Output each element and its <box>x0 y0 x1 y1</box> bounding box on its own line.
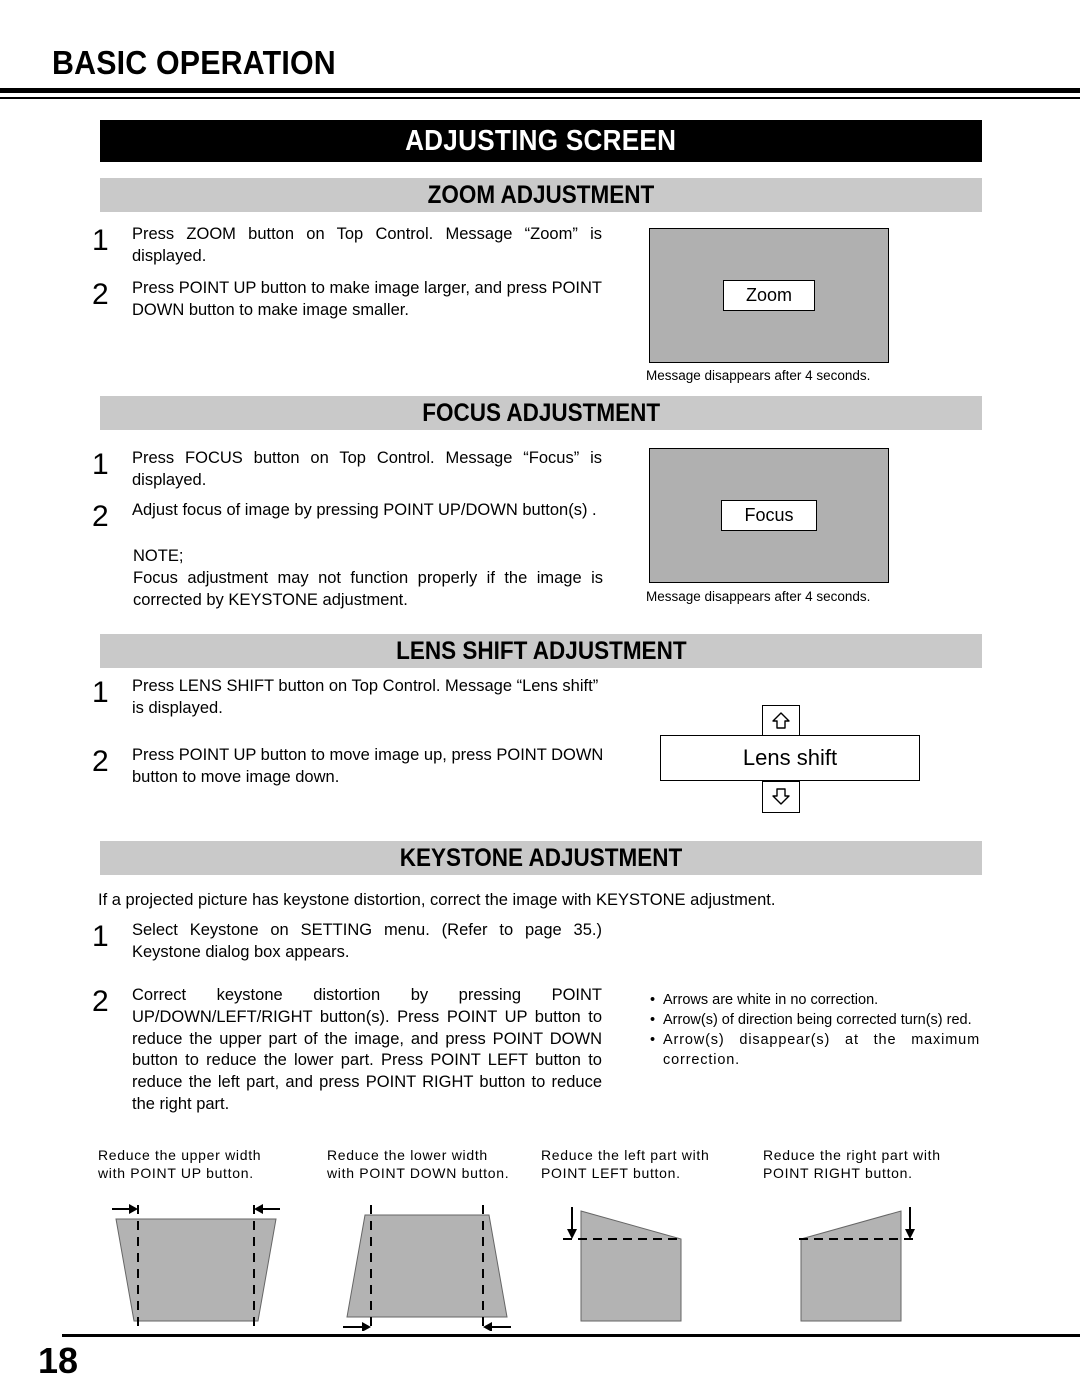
section-header-lens-shift: LENS SHIFT ADJUSTMENT <box>100 634 982 668</box>
list-item: Arrow(s) disappear(s) at the maximum cor… <box>650 1030 980 1070</box>
header-rule-thick <box>0 88 1080 93</box>
zoom-step-1-text: Press ZOOM button on Top Control. Messag… <box>132 225 602 265</box>
zoom-osd-illustration: Zoom <box>649 228 889 363</box>
list-item: Arrow(s) of direction being corrected tu… <box>650 1010 980 1030</box>
lens-shift-step-1-text: Press LENS SHIFT button on Top Control. … <box>132 677 599 717</box>
keystone-figure-left-part: Reduce the left part with POINT LEFT but… <box>541 1146 761 1336</box>
focus-note-text: Focus adjustment may not function proper… <box>133 569 603 609</box>
lens-shift-step-2: 2 Press POINT UP button to move image up… <box>92 745 612 789</box>
zoom-osd-label: Zoom <box>722 280 815 311</box>
section-header-zoom-label: ZOOM ADJUSTMENT <box>427 180 655 209</box>
keystone-step-1: 1 Select Keystone on SETTING menu. (Refe… <box>92 920 612 964</box>
lens-shift-step-1: 1 Press LENS SHIFT button on Top Control… <box>92 676 612 720</box>
zoom-osd-caption: Message disappears after 4 seconds. <box>646 368 871 383</box>
page-title: BASIC OPERATION <box>52 44 336 81</box>
keystone-figure-right-part-caption: Reduce the right part with POINT RIGHT b… <box>763 1147 941 1182</box>
focus-osd-illustration: Focus <box>649 448 889 583</box>
section-header-zoom: ZOOM ADJUSTMENT <box>100 178 982 212</box>
page-number: 18 <box>38 1340 79 1381</box>
focus-step-2: 2 Adjust focus of image by pressing POIN… <box>92 500 612 532</box>
lens-shift-step-2-text: Press POINT UP button to move image up, … <box>132 746 604 786</box>
list-item: Arrows are white in no correction. <box>650 990 980 1010</box>
focus-osd-label: Focus <box>721 500 817 531</box>
focus-step-1-text: Press FOCUS button on Top Control. Messa… <box>132 449 602 489</box>
focus-osd-caption: Message disappears after 4 seconds. <box>646 589 871 604</box>
keystone-shape-slant-down-left <box>563 1206 683 1322</box>
keystone-arrow-notes: Arrows are white in no correction. Arrow… <box>650 990 980 1070</box>
keystone-step-2: 2 Correct keystone distortion by pressin… <box>92 985 612 1116</box>
keystone-step-1-text: Select Keystone on SETTING menu. (Refer … <box>132 921 602 961</box>
zoom-step-2: 2 Press POINT UP button to make image la… <box>92 278 612 322</box>
section-header-keystone-label: KEYSTONE ADJUSTMENT <box>399 843 683 872</box>
keystone-figure-upper-width: Reduce the upper width with POINT UP but… <box>98 1146 318 1336</box>
keystone-intro: If a projected picture has keystone dist… <box>98 891 776 909</box>
zoom-step-1-number: 1 <box>92 224 109 257</box>
focus-step-2-text: Adjust focus of image by pressing POINT … <box>132 501 597 519</box>
lens-shift-illustration: Lens shift <box>660 705 920 820</box>
lens-shift-osd-label: Lens shift <box>742 745 838 770</box>
focus-step-1-number: 1 <box>92 448 109 481</box>
keystone-shape-slant-down-right <box>799 1206 919 1322</box>
banner-label: ADJUSTING SCREEN <box>405 124 677 157</box>
keystone-step-2-text: Correct keystone distortion by pressing … <box>132 986 602 1113</box>
keystone-figure-lower-width: Reduce the lower width with POINT DOWN b… <box>327 1146 547 1336</box>
zoom-step-2-text: Press POINT UP button to make image larg… <box>132 279 602 319</box>
focus-step-2-number: 2 <box>92 500 109 533</box>
keystone-figure-lower-width-caption: Reduce the lower width with POINT DOWN b… <box>327 1147 510 1182</box>
keystone-figure-right-part: Reduce the right part with POINT RIGHT b… <box>763 1146 983 1336</box>
keystone-shape-narrow-bottom <box>112 1203 280 1331</box>
lens-shift-step-1-number: 1 <box>92 676 109 709</box>
lens-shift-step-2-number: 2 <box>92 745 109 778</box>
section-header-keystone: KEYSTONE ADJUSTMENT <box>100 841 982 875</box>
section-header-focus: FOCUS ADJUSTMENT <box>100 396 982 430</box>
header-rule-thin <box>0 97 1080 99</box>
zoom-step-1: 1 Press ZOOM button on Top Control. Mess… <box>92 224 612 268</box>
footer-rule <box>62 1334 1080 1337</box>
focus-note-title: NOTE; <box>133 547 184 565</box>
keystone-step-1-number: 1 <box>92 920 109 953</box>
keystone-figure-upper-width-caption: Reduce the upper width with POINT UP but… <box>98 1147 262 1182</box>
down-arrow-icon <box>762 781 800 813</box>
keystone-figure-left-part-caption: Reduce the left part with POINT LEFT but… <box>541 1147 710 1182</box>
focus-step-1: 1 Press FOCUS button on Top Control. Mes… <box>92 448 612 492</box>
section-header-focus-label: FOCUS ADJUSTMENT <box>422 398 660 427</box>
keystone-step-2-number: 2 <box>92 985 109 1018</box>
up-arrow-icon <box>762 705 800 737</box>
keystone-shape-narrow-top <box>343 1204 511 1332</box>
section-header-lens-shift-label: LENS SHIFT ADJUSTMENT <box>395 636 687 665</box>
zoom-step-2-number: 2 <box>92 278 109 311</box>
adjusting-screen-banner: ADJUSTING SCREEN <box>100 120 982 162</box>
